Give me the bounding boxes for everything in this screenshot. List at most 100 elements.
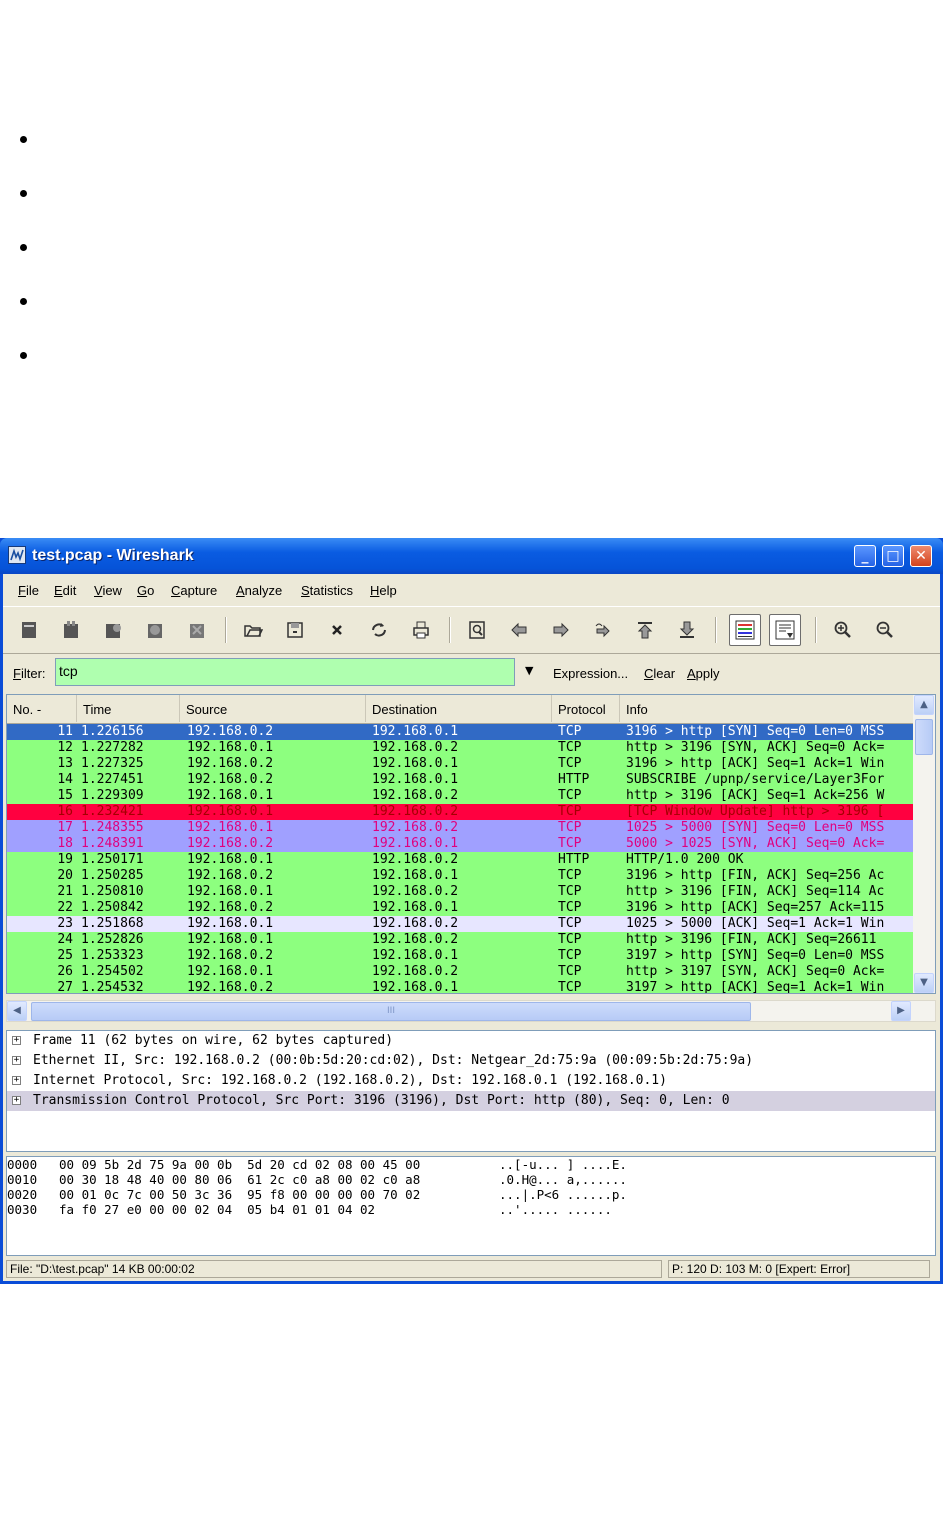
hex-ascii[interactable]: ..[-u... ] ....E. bbox=[499, 1157, 627, 1172]
packet-row[interactable]: 19 1.250171 192.168.0.1 192.168.0.2 HTTP HTTP… bbox=[7, 852, 913, 868]
column-header-protocol[interactable]: Protocol bbox=[552, 695, 620, 722]
hex-ascii[interactable]: ..'..... ...... bbox=[499, 1202, 612, 1217]
menu-go[interactable]: Go bbox=[137, 583, 154, 598]
packet-row[interactable]: 21 1.250810 192.168.0.1 192.168.0.2 TCP http … bbox=[7, 884, 913, 900]
packet-row[interactable]: 11 1.226156 192.168.0.2 192.168.0.1 TCP 3196 … bbox=[7, 724, 913, 740]
hex-ascii[interactable]: .0.H@... a,...... bbox=[499, 1172, 627, 1187]
packet-cell-no: 16 bbox=[57, 804, 73, 819]
hscroll-thumb[interactable]: III bbox=[31, 1002, 751, 1021]
menu-help[interactable]: Help bbox=[370, 583, 397, 598]
go-forward-icon[interactable] bbox=[547, 616, 575, 644]
interface-list-icon[interactable] bbox=[15, 616, 43, 644]
packet-row[interactable]: 17 1.248355 192.168.0.1 192.168.0.2 TCP 1025 … bbox=[7, 820, 913, 836]
scroll-down-icon[interactable]: ▼ bbox=[914, 973, 934, 993]
column-header-no[interactable]: No. - bbox=[7, 695, 77, 722]
packet-row[interactable]: 18 1.248391 192.168.0.2 192.168.0.1 TCP 5000 … bbox=[7, 836, 913, 852]
packet-row[interactable]: 14 1.227451 192.168.0.2 192.168.0.1 HTTP SUBS… bbox=[7, 772, 913, 788]
packet-cell-src: 192.168.0.1 bbox=[187, 932, 274, 947]
packet-row[interactable]: 12 1.227282 192.168.0.1 192.168.0.2 TCP http … bbox=[7, 740, 913, 756]
detail-row[interactable]: + Ethernet II, Src: 192.168.0.2 (00:0b:5d… bbox=[7, 1051, 935, 1071]
column-header-source[interactable]: Source bbox=[180, 695, 366, 722]
packet-list-hscroll[interactable]: ◀ III ▶ bbox=[6, 1000, 936, 1022]
filter-input[interactable]: tcp bbox=[55, 658, 515, 686]
hex-offset[interactable]: 0000 bbox=[7, 1157, 37, 1172]
packet-cell-dst: 192.168.0.1 bbox=[372, 836, 459, 851]
detail-row[interactable]: + Frame 11 (62 bytes on wire, 62 bytes ca… bbox=[7, 1031, 935, 1051]
packet-row[interactable]: 26 1.254502 192.168.0.1 192.168.0.2 TCP http … bbox=[7, 964, 913, 980]
stop-capture-icon[interactable] bbox=[141, 616, 169, 644]
expand-icon[interactable]: + bbox=[12, 1096, 21, 1105]
restart-capture-icon[interactable] bbox=[183, 616, 211, 644]
menu-view[interactable]: View bbox=[94, 583, 122, 598]
packet-cell-info: 3196 > http [SYN] Seq=0 Len=0 MSS bbox=[626, 724, 885, 739]
hex-hex[interactable]: fa f0 27 e0 00 00 02 04 05 b4 01 01 04 0… bbox=[59, 1202, 375, 1217]
find-packet-icon[interactable] bbox=[463, 616, 491, 644]
save-file-icon[interactable] bbox=[281, 616, 309, 644]
start-capture-icon[interactable] bbox=[99, 616, 127, 644]
last-packet-icon[interactable] bbox=[673, 616, 701, 644]
menu-edit[interactable]: Edit bbox=[54, 583, 76, 598]
expand-icon[interactable]: + bbox=[12, 1056, 21, 1065]
packet-row[interactable]: 22 1.250842 192.168.0.2 192.168.0.1 TCP 3196 … bbox=[7, 900, 913, 916]
packet-row[interactable]: 24 1.252826 192.168.0.1 192.168.0.2 TCP http … bbox=[7, 932, 913, 948]
hex-hex[interactable]: 00 30 18 48 40 00 80 06 61 2c c0 a8 00 0… bbox=[59, 1172, 420, 1187]
packet-row[interactable]: 23 1.251868 192.168.0.1 192.168.0.2 TCP 1025 … bbox=[7, 916, 913, 932]
packet-cell-no: 12 bbox=[57, 740, 73, 755]
close-file-icon[interactable] bbox=[323, 616, 351, 644]
maximize-button[interactable]: □ bbox=[882, 545, 904, 567]
packet-cell-no: 19 bbox=[57, 852, 73, 867]
filter-dropdown-icon[interactable]: ▼ bbox=[525, 664, 533, 677]
column-header-time[interactable]: Time bbox=[77, 695, 180, 722]
vscroll-thumb[interactable] bbox=[915, 719, 933, 755]
hex-ascii[interactable]: ...|.P<6 ......p. bbox=[499, 1187, 627, 1202]
packet-cell-proto: TCP bbox=[558, 932, 582, 947]
hex-offset[interactable]: 0010 bbox=[7, 1172, 37, 1187]
go-back-icon[interactable] bbox=[505, 616, 533, 644]
zoom-out-icon[interactable] bbox=[871, 616, 899, 644]
packet-cell-time: 1.250285 bbox=[81, 868, 144, 883]
auto-scroll-icon[interactable] bbox=[769, 614, 801, 646]
packet-row[interactable]: 13 1.227325 192.168.0.2 192.168.0.1 TCP 3196 … bbox=[7, 756, 913, 772]
packet-list-vscroll[interactable]: ▲ ▼ bbox=[913, 695, 935, 993]
detail-row[interactable]: + Internet Protocol, Src: 192.168.0.2 (19… bbox=[7, 1071, 935, 1091]
print-icon[interactable] bbox=[407, 616, 435, 644]
packet-cell-dst: 192.168.0.2 bbox=[372, 740, 459, 755]
menu-capture[interactable]: Capture bbox=[171, 583, 217, 598]
scroll-left-icon[interactable]: ◀ bbox=[7, 1001, 27, 1021]
packet-row[interactable]: 20 1.250285 192.168.0.2 192.168.0.1 TCP 3196 … bbox=[7, 868, 913, 884]
first-packet-icon[interactable] bbox=[631, 616, 659, 644]
hex-hex[interactable]: 00 09 5b 2d 75 9a 00 0b 5d 20 cd 02 08 0… bbox=[59, 1157, 420, 1172]
scroll-up-icon[interactable]: ▲ bbox=[914, 695, 934, 715]
menu-file[interactable]: File bbox=[18, 583, 39, 598]
menu-statistics[interactable]: Statistics bbox=[301, 583, 353, 598]
packet-row[interactable]: 27 1.254532 192.168.0.2 192.168.0.1 TCP 3197 … bbox=[7, 980, 913, 993]
minimize-button[interactable]: _ bbox=[854, 545, 876, 567]
status-packets[interactable]: P: 120 D: 103 M: 0 [Expert: Error] bbox=[668, 1260, 930, 1278]
hex-offset[interactable]: 0030 bbox=[7, 1202, 37, 1217]
packet-row[interactable]: 25 1.253323 192.168.0.2 192.168.0.1 TCP 3197 … bbox=[7, 948, 913, 964]
close-window-button[interactable]: ✕ bbox=[910, 545, 932, 567]
hex-offset[interactable]: 0020 bbox=[7, 1187, 37, 1202]
expression-button[interactable]: Expression... bbox=[553, 666, 628, 681]
zoom-in-icon[interactable] bbox=[829, 616, 857, 644]
expand-icon[interactable]: + bbox=[12, 1076, 21, 1085]
packet-row[interactable]: 15 1.229309 192.168.0.1 192.168.0.2 TCP http … bbox=[7, 788, 913, 804]
column-header-info[interactable]: Info bbox=[620, 695, 913, 722]
colorize-icon[interactable] bbox=[729, 614, 761, 646]
reload-icon[interactable] bbox=[365, 616, 393, 644]
apply-button[interactable]: Apply bbox=[687, 666, 720, 681]
capture-options-icon[interactable] bbox=[57, 616, 85, 644]
clear-button[interactable]: Clear bbox=[644, 666, 675, 681]
packet-cell-src: 192.168.0.1 bbox=[187, 916, 274, 931]
menu-analyze[interactable]: Analyze bbox=[236, 583, 282, 598]
scroll-right-icon[interactable]: ▶ bbox=[891, 1001, 911, 1021]
title-bar[interactable]: test.pcap - Wireshark _ □ ✕ bbox=[0, 538, 943, 574]
packet-row[interactable]: 16 1.232421 192.168.0.1 192.168.0.2 TCP [TCP … bbox=[7, 804, 913, 820]
go-to-packet-icon[interactable] bbox=[589, 616, 617, 644]
expand-icon[interactable]: + bbox=[12, 1036, 21, 1045]
hex-hex[interactable]: 00 01 0c 7c 00 50 3c 36 95 f8 00 00 00 0… bbox=[59, 1187, 420, 1202]
open-file-icon[interactable] bbox=[239, 616, 267, 644]
detail-row[interactable]: + Transmission Control Protocol, Src Port… bbox=[7, 1091, 935, 1111]
column-header-destination[interactable]: Destination bbox=[366, 695, 552, 722]
packet-cell-proto: TCP bbox=[558, 884, 582, 899]
